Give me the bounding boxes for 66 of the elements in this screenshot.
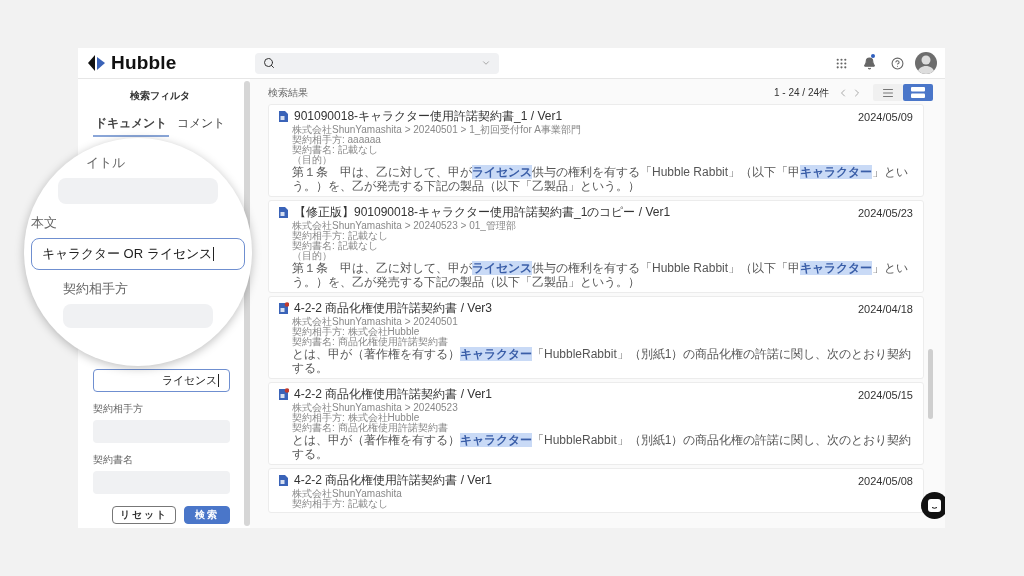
document-meta: 契約相手方: 株式会社Hubble bbox=[291, 327, 420, 337]
document-title[interactable]: 4-2-2 商品化権使用許諾契約書 / Ver3 bbox=[294, 300, 853, 317]
filter-tab[interactable]: コメント bbox=[175, 113, 227, 137]
result-range: 1 - 24 / 24件 bbox=[773, 85, 829, 100]
text-snippet: 第１条 甲は、乙に対して、甲がライセンス供与の権利を有する「Hubble Rabbit」（以下「甲 キャラクター」という。）を、乙が発売する下記の製品（以下「乙製品」という。） bbox=[291, 261, 910, 289]
document-icon bbox=[278, 474, 289, 487]
chevron-down-icon[interactable] bbox=[481, 58, 491, 68]
result-card[interactable]: 4-2-2 商品化権使用許諾契約書 / Ver3 2024/04/18 株式会社ShunYamashita > 20240501 契約相手方: 株式会社Hubble 契約書名: 商品化権使用許諾契約書 とは、甲が（著作権を有する）キャラクター「HubbleRabbit」（別紙1）の商品化権の許諾に関し、次のとおり契約する。 bbox=[268, 296, 924, 379]
list-view-icon bbox=[882, 86, 894, 99]
document-date: 2024/04/18 bbox=[857, 302, 913, 315]
document-meta: 契約相手方: 株式会社Hubble bbox=[291, 413, 420, 423]
field-label: イトル bbox=[86, 154, 125, 172]
filter-title: 検索フィルタ bbox=[129, 89, 191, 103]
document-meta: （目的） bbox=[291, 251, 333, 261]
document-meta: 株式会社ShunYamashita bbox=[291, 489, 403, 499]
field-label: 契約相手方 bbox=[93, 402, 144, 416]
scrollbar-thumb[interactable] bbox=[928, 349, 933, 419]
chat-icon bbox=[928, 499, 941, 512]
document-meta: 契約相手方: aaaaaa bbox=[291, 135, 382, 145]
document-alert-icon bbox=[278, 302, 289, 315]
field-label: 本文 bbox=[31, 214, 57, 232]
field-label: 契約相手方 bbox=[63, 280, 128, 298]
document-meta: 契約相手方: 記載なし bbox=[291, 231, 389, 241]
text-field[interactable]: ライセンス bbox=[93, 369, 230, 392]
search-button[interactable]: 検索 bbox=[184, 506, 230, 524]
document-meta: 契約書名: 記載なし bbox=[291, 241, 379, 251]
list-view-button[interactable] bbox=[873, 84, 903, 101]
result-card[interactable]: 4-2-2 商品化権使用許諾契約書 / Ver1 2024/05/08 株式会社ShunYamashita 契約相手方: 記載なし bbox=[268, 468, 924, 513]
document-icon bbox=[278, 110, 289, 123]
document-date: 2024/05/08 bbox=[857, 474, 913, 487]
document-meta: 契約書名: 記載なし bbox=[291, 145, 379, 155]
filter-tab[interactable]: ドキュメント bbox=[93, 113, 169, 137]
document-title[interactable]: 4-2-2 商品化権使用許諾契約書 / Ver1 bbox=[294, 386, 853, 403]
field-label: 契約書名 bbox=[93, 453, 134, 467]
search-field[interactable] bbox=[255, 52, 499, 74]
document-meta: 株式会社ShunYamashita > 20240501 > 1_初回受付for A事業部門 bbox=[291, 125, 582, 135]
card-view-icon bbox=[911, 87, 925, 98]
document-meta: 契約相手方: 記載なし bbox=[291, 499, 389, 509]
reset-button[interactable]: リセット bbox=[112, 506, 176, 524]
document-date: 2024/05/15 bbox=[857, 388, 913, 401]
chat-button[interactable] bbox=[921, 492, 945, 519]
document-date: 2024/05/09 bbox=[857, 110, 913, 123]
document-icon bbox=[278, 206, 289, 219]
result-card[interactable] bbox=[268, 104, 924, 197]
document-title[interactable]: 【修正版】901090018-キャラクター使用許諾契約書_1のコピー / Ver1 bbox=[294, 204, 853, 221]
search-icon bbox=[263, 57, 275, 69]
document-meta: 株式会社ShunYamashita > 20240501 bbox=[291, 317, 459, 327]
result-card[interactable]: 4-2-2 商品化権使用許諾契約書 / Ver1 2024/05/15 株式会社ShunYamashita > 20240523 契約相手方: 株式会社Hubble 契約書名: 商品化権使用許諾契約書 とは、甲が（著作権を有する）キャラクター「HubbleRabbit」（別紙1）の商品化権の許諾に関し、次のとおり契約する。 bbox=[268, 382, 924, 465]
document-alert-icon bbox=[278, 388, 289, 401]
document-date: 2024/05/23 bbox=[857, 206, 913, 219]
results-heading: 検索結果 bbox=[268, 85, 308, 100]
card-view-button[interactable] bbox=[903, 84, 933, 101]
document-meta: 契約書名: 商品化権使用許諾契約書 bbox=[291, 423, 449, 433]
document-meta: （目的） bbox=[291, 155, 333, 165]
text-snippet: とは、甲が（著作権を有する）キャラクター「HubbleRabbit」（別紙1）の商品化権の許諾に関し、次のとおり契約する。 bbox=[291, 433, 913, 461]
document-meta: 株式会社ShunYamashita > 20240523 > 01_管理部 bbox=[291, 221, 517, 231]
result-card[interactable] bbox=[268, 200, 924, 293]
document-meta: 株式会社ShunYamashita > 20240523 bbox=[291, 403, 459, 413]
text-field[interactable]: キャラクター OR ライセンス bbox=[31, 238, 245, 270]
avatar[interactable] bbox=[915, 52, 937, 74]
text-snippet: とは、甲が（著作権を有する）キャラクター「HubbleRabbit」（別紙1）の商品化権の許諾に関し、次のとおり契約する。 bbox=[291, 347, 913, 375]
document-meta: 契約書名: 商品化権使用許諾契約書 bbox=[291, 337, 449, 347]
text-snippet: 第１条 甲は、乙に対して、甲がライセンス供与の権利を有する「Hubble Rabbit」（以下「甲 キャラクター」という。）を、乙が発売する下記の製品（以下「乙製品」という。） bbox=[291, 165, 910, 193]
logo-text: Hubble bbox=[111, 52, 177, 74]
document-title[interactable]: 4-2-2 商品化権使用許諾契約書 / Ver1 bbox=[294, 472, 853, 489]
document-title[interactable]: 901090018-キャラクター使用許諾契約書_1 / Ver1 bbox=[294, 108, 853, 125]
